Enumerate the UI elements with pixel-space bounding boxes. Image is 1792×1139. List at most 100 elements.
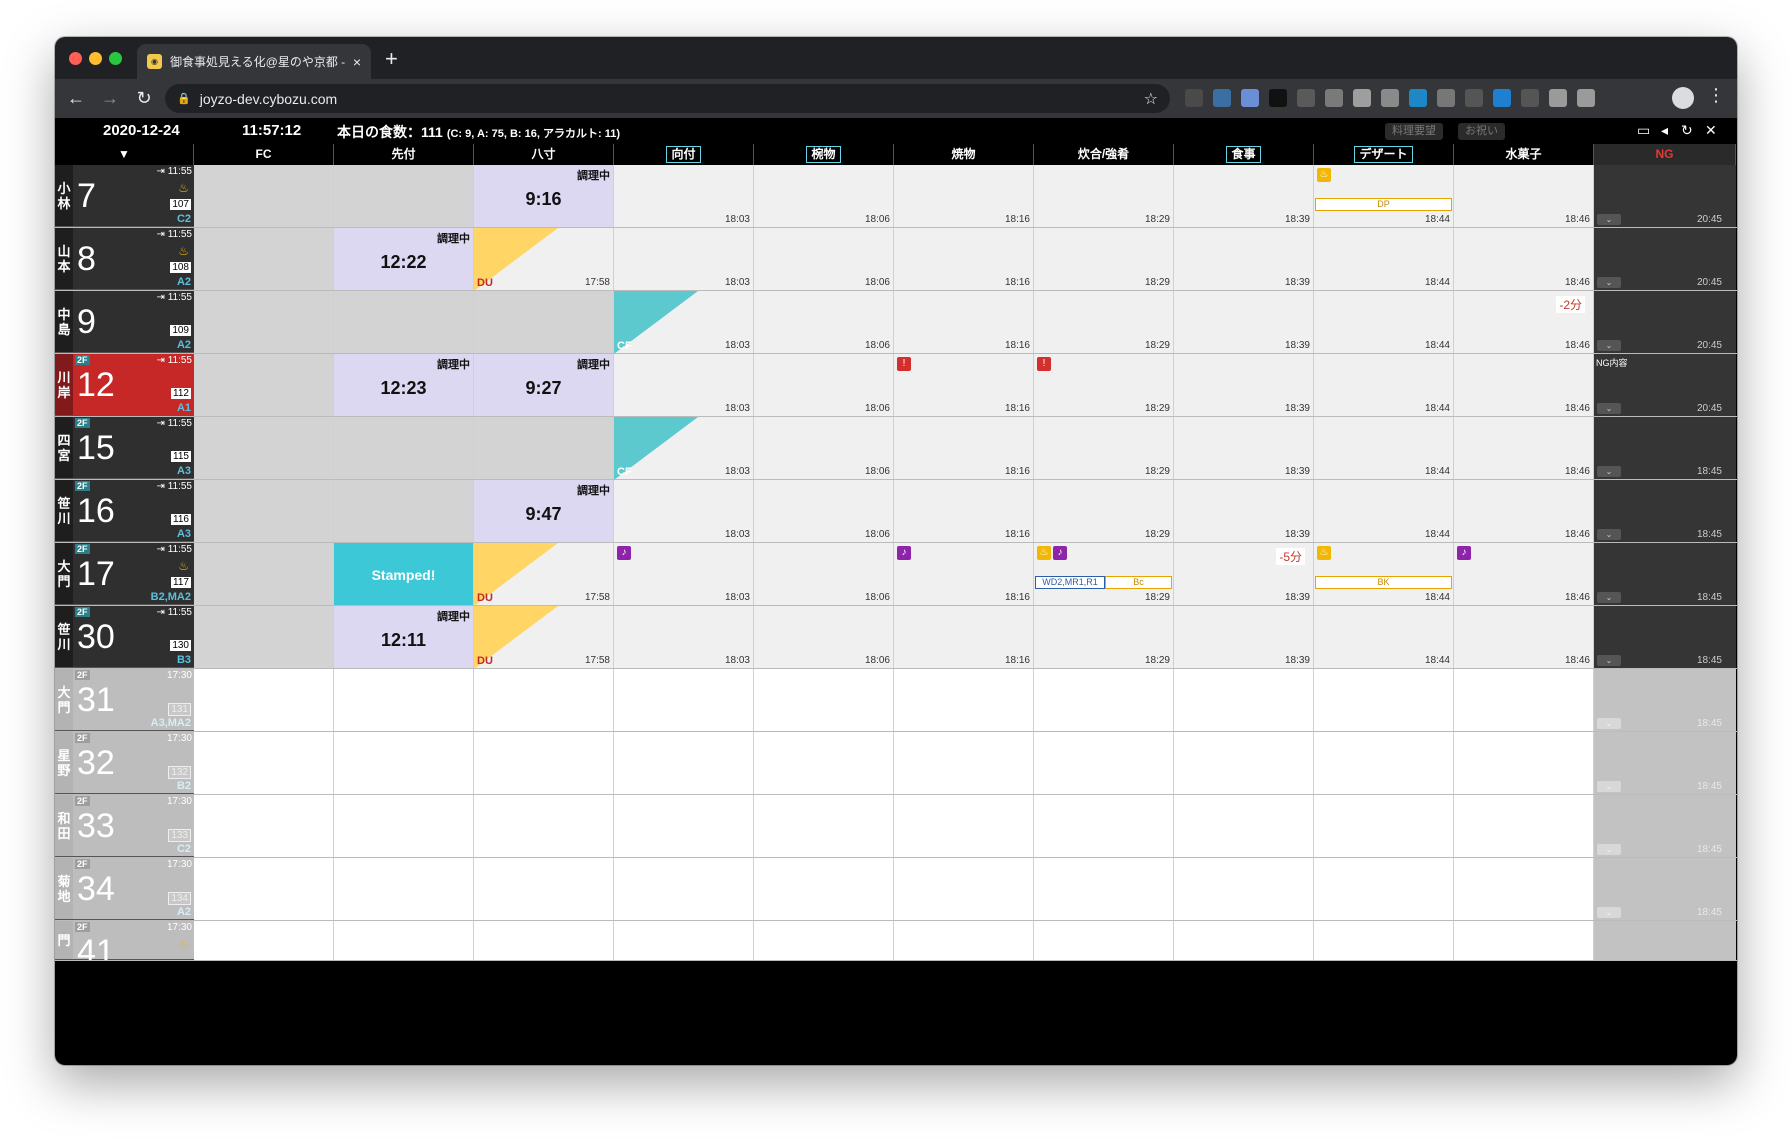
course-cell[interactable]: [194, 732, 334, 794]
course-cell[interactable]: 18:39: [1174, 480, 1314, 542]
chevron-down-icon[interactable]: ⌄: [1597, 844, 1621, 855]
course-cell[interactable]: CF 18:03: [614, 417, 754, 479]
course-cell[interactable]: 18:06: [754, 543, 894, 605]
chevron-down-icon[interactable]: ⌄: [1597, 529, 1621, 540]
course-cell[interactable]: [754, 732, 894, 794]
course-cell[interactable]: [194, 354, 334, 416]
course-cell[interactable]: 18:29: [1034, 480, 1174, 542]
course-cell[interactable]: [474, 291, 614, 353]
room-cell[interactable]: 大門 2F ⇥ 11:55 17 ♨ 117 B2,MA2: [55, 543, 194, 605]
course-cell[interactable]: 調理中 12:22: [334, 228, 474, 290]
course-cell[interactable]: 18:46: [1454, 354, 1594, 416]
puzzle-extensions-icon[interactable]: [1549, 89, 1567, 107]
course-cell[interactable]: 調理中 12:11: [334, 606, 474, 668]
course-cell[interactable]: [194, 606, 334, 668]
tab-close-icon[interactable]: ×: [353, 54, 361, 70]
ng-cell[interactable]: [1594, 921, 1736, 960]
bookmark-star-icon[interactable]: ☆: [1144, 89, 1158, 109]
course-cell[interactable]: 18:29: [1034, 291, 1174, 353]
office-extension-icon[interactable]: [1353, 89, 1371, 107]
course-cell[interactable]: [894, 669, 1034, 731]
speaker-icon[interactable]: ◂: [1661, 122, 1668, 139]
course-cell[interactable]: 18:39: [1174, 417, 1314, 479]
course-cell[interactable]: 18:16: [894, 228, 1034, 290]
chevron-down-icon[interactable]: ⌄: [1597, 214, 1621, 225]
course-cell[interactable]: [1314, 921, 1454, 960]
course-cell[interactable]: [894, 795, 1034, 857]
course-cell[interactable]: 18:39: [1174, 228, 1314, 290]
room-cell[interactable]: 門 2F 17:30 41 ♨: [55, 921, 194, 960]
ng-cell[interactable]: ⌄ 20:45: [1594, 228, 1736, 290]
course-cell[interactable]: DU 17:58: [474, 228, 614, 290]
course-cell[interactable]: [754, 795, 894, 857]
course-cell[interactable]: [614, 858, 754, 920]
course-cell[interactable]: 18:39: [1174, 165, 1314, 227]
course-cell[interactable]: [474, 669, 614, 731]
course-cell[interactable]: [474, 795, 614, 857]
course-cell[interactable]: ! 18:16: [894, 354, 1034, 416]
course-cell[interactable]: [334, 165, 474, 227]
course-cell[interactable]: [1454, 795, 1594, 857]
ng-cell[interactable]: ⌄ 18:45: [1594, 417, 1736, 479]
course-cell[interactable]: [474, 921, 614, 960]
course-cell[interactable]: 18:06: [754, 291, 894, 353]
course-cell[interactable]: [1454, 732, 1594, 794]
room-cell[interactable]: 笹川 2F ⇥ 11:55 16 116 A3: [55, 480, 194, 542]
course-cell[interactable]: 18:44: [1314, 606, 1454, 668]
ng-cell[interactable]: NG内容 ⌄ 20:45: [1594, 354, 1736, 416]
course-cell[interactable]: [614, 732, 754, 794]
bug-extension-icon[interactable]: [1521, 89, 1539, 107]
course-cell[interactable]: 18:39: [1174, 354, 1314, 416]
course-cell[interactable]: [1034, 732, 1174, 794]
course-cell[interactable]: 18:06: [754, 417, 894, 479]
close-window-button[interactable]: [69, 52, 82, 65]
course-cell[interactable]: [614, 669, 754, 731]
course-cell[interactable]: [474, 858, 614, 920]
course-cell[interactable]: 18:16: [894, 165, 1034, 227]
course-cell[interactable]: [1314, 732, 1454, 794]
chevron-down-icon[interactable]: ⌄: [1597, 277, 1621, 288]
video-extension-icon[interactable]: [1465, 89, 1483, 107]
course-cell[interactable]: 18:03: [614, 606, 754, 668]
course-cell[interactable]: [334, 921, 474, 960]
refresh-icon[interactable]: ↻: [1681, 122, 1693, 139]
ng-cell[interactable]: ⌄ 18:45: [1594, 480, 1736, 542]
course-cell[interactable]: [614, 921, 754, 960]
course-cell[interactable]: [194, 795, 334, 857]
course-cell[interactable]: 18:39: [1174, 606, 1314, 668]
course-cell[interactable]: ♪ 18:03: [614, 543, 754, 605]
course-cell[interactable]: 18:16: [894, 417, 1034, 479]
course-cell[interactable]: [1034, 795, 1174, 857]
room-cell[interactable]: 中島 ⇥ 11:55 9 109 A2: [55, 291, 194, 353]
room-cell[interactable]: 山本 ⇥ 11:55 8 ♨ 108 A2: [55, 228, 194, 290]
course-cell[interactable]: [1314, 858, 1454, 920]
ng-cell[interactable]: ⌄ 18:45: [1594, 543, 1736, 605]
course-cell[interactable]: [754, 858, 894, 920]
course-cell[interactable]: [474, 732, 614, 794]
celebration-filter[interactable]: お祝い: [1458, 123, 1505, 140]
course-cell[interactable]: CF 18:03: [614, 291, 754, 353]
address-bar[interactable]: 🔒 joyzo-dev.cybozu.com ☆: [165, 84, 1170, 113]
course-cell[interactable]: DU 17:58: [474, 606, 614, 668]
camera-extension-icon[interactable]: [1325, 89, 1343, 107]
course-cell[interactable]: [1454, 921, 1594, 960]
course-cell[interactable]: [474, 417, 614, 479]
course-cell[interactable]: [1174, 921, 1314, 960]
course-cell[interactable]: 18:03: [614, 354, 754, 416]
course-cell[interactable]: 18:06: [754, 354, 894, 416]
course-cell[interactable]: 18:06: [754, 606, 894, 668]
chevron-down-icon[interactable]: ⌄: [1597, 403, 1621, 414]
course-cell[interactable]: Stamped!: [334, 543, 474, 605]
course-cell[interactable]: 18:46: [1454, 480, 1594, 542]
course-cell[interactable]: 調理中 9:16: [474, 165, 614, 227]
course-cell[interactable]: 調理中 12:23: [334, 354, 474, 416]
course-cell[interactable]: ♨ DP 18:44: [1314, 165, 1454, 227]
course-cell[interactable]: [334, 795, 474, 857]
new-tab-button[interactable]: +: [385, 46, 398, 72]
room-cell[interactable]: 菊地 2F 17:30 34 134 A2: [55, 858, 194, 920]
course-cell[interactable]: [1314, 795, 1454, 857]
ng-cell[interactable]: ⌄ 18:45: [1594, 858, 1736, 920]
course-cell[interactable]: [194, 543, 334, 605]
course-cell[interactable]: [1174, 795, 1314, 857]
chevron-down-icon[interactable]: ⌄: [1597, 655, 1621, 666]
